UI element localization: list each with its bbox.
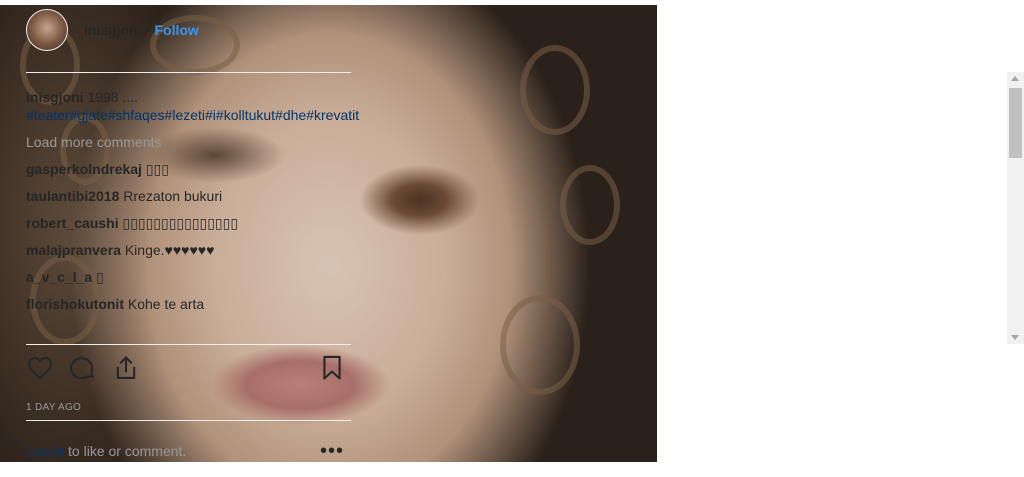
- login-link[interactable]: Log in: [26, 443, 64, 459]
- comment-text: Kohe te arta: [127, 296, 205, 312]
- comment-username[interactable]: taulantibi2018: [26, 188, 119, 204]
- comment-username[interactable]: malajpranvera: [26, 242, 121, 258]
- comment-username[interactable]: robert_caushi: [26, 215, 119, 231]
- post-side-panel: [657, 0, 1024, 477]
- share-icon[interactable]: [112, 354, 142, 384]
- caption-username[interactable]: inisgjoni: [26, 89, 84, 105]
- login-prompt-text: to like or comment.: [64, 443, 187, 459]
- bookmark-icon[interactable]: [318, 354, 348, 384]
- comments-scrollbar[interactable]: [1007, 72, 1024, 344]
- divider: [26, 420, 351, 421]
- comment-text: Rrezaton bukuri: [123, 188, 223, 204]
- scroll-thumb[interactable]: [1009, 88, 1022, 158]
- caption: inisgjoni 1998 .... #teater#gjate#shfaqe…: [26, 88, 359, 124]
- comments-list: inisgjoni 1998 .... #teater#gjate#shfaqe…: [26, 88, 359, 313]
- login-prompt: Log in to like or comment.: [26, 443, 186, 459]
- comment-icon[interactable]: [69, 354, 99, 384]
- comment-item: florishokutonit Kohe te arta: [26, 295, 346, 313]
- comment-item: a_v_c_l_a ▯: [26, 268, 346, 286]
- comment-username[interactable]: florishokutonit: [26, 296, 124, 312]
- hair-curl: [560, 165, 620, 245]
- follow-button[interactable]: Follow: [154, 22, 198, 38]
- comment-text: ▯: [96, 269, 104, 285]
- comment-text: Kinge.♥♥♥♥♥♥: [124, 242, 215, 258]
- post-timestamp[interactable]: 1 DAY AGO: [26, 402, 81, 413]
- scroll-up-arrow-icon[interactable]: [1011, 76, 1019, 81]
- comment-username[interactable]: a_v_c_l_a: [26, 269, 92, 285]
- avatar[interactable]: [26, 9, 68, 51]
- hair-curl: [520, 45, 590, 135]
- header-separator: •: [145, 22, 151, 38]
- scroll-down-arrow-icon[interactable]: [1011, 335, 1019, 340]
- comment-item: malajpranvera Kinge.♥♥♥♥♥♥: [26, 241, 346, 259]
- post-actions: [26, 354, 346, 386]
- divider: [26, 72, 351, 73]
- comment-item: robert_caushi ▯▯▯▯▯▯▯▯▯▯▯▯▯▯▯: [26, 214, 346, 232]
- more-options-icon[interactable]: •••: [320, 440, 344, 463]
- heart-icon[interactable]: [26, 354, 56, 384]
- divider: [26, 344, 351, 345]
- comment-text: ▯▯▯▯▯▯▯▯▯▯▯▯▯▯▯: [122, 215, 239, 231]
- comment-text: ▯▯▯: [145, 161, 169, 177]
- hair-curl: [500, 295, 580, 395]
- post-header: inisgjoni • Follow: [26, 8, 199, 52]
- load-more-comments-button[interactable]: Load more comments: [26, 133, 346, 151]
- caption-text: 1998 ....: [87, 89, 139, 105]
- comment-username[interactable]: gasperkolndrekaj: [26, 161, 142, 177]
- author-username[interactable]: inisgjoni: [84, 22, 142, 38]
- caption-hashtags[interactable]: #teater#gjate#shfaqes#lezeti#i#kolltukut…: [26, 106, 359, 124]
- photo-bottom-strip: [0, 462, 657, 477]
- comment-item: gasperkolndrekaj ▯▯▯: [26, 160, 346, 178]
- comment-item: taulantibi2018 Rrezaton bukuri: [26, 187, 346, 205]
